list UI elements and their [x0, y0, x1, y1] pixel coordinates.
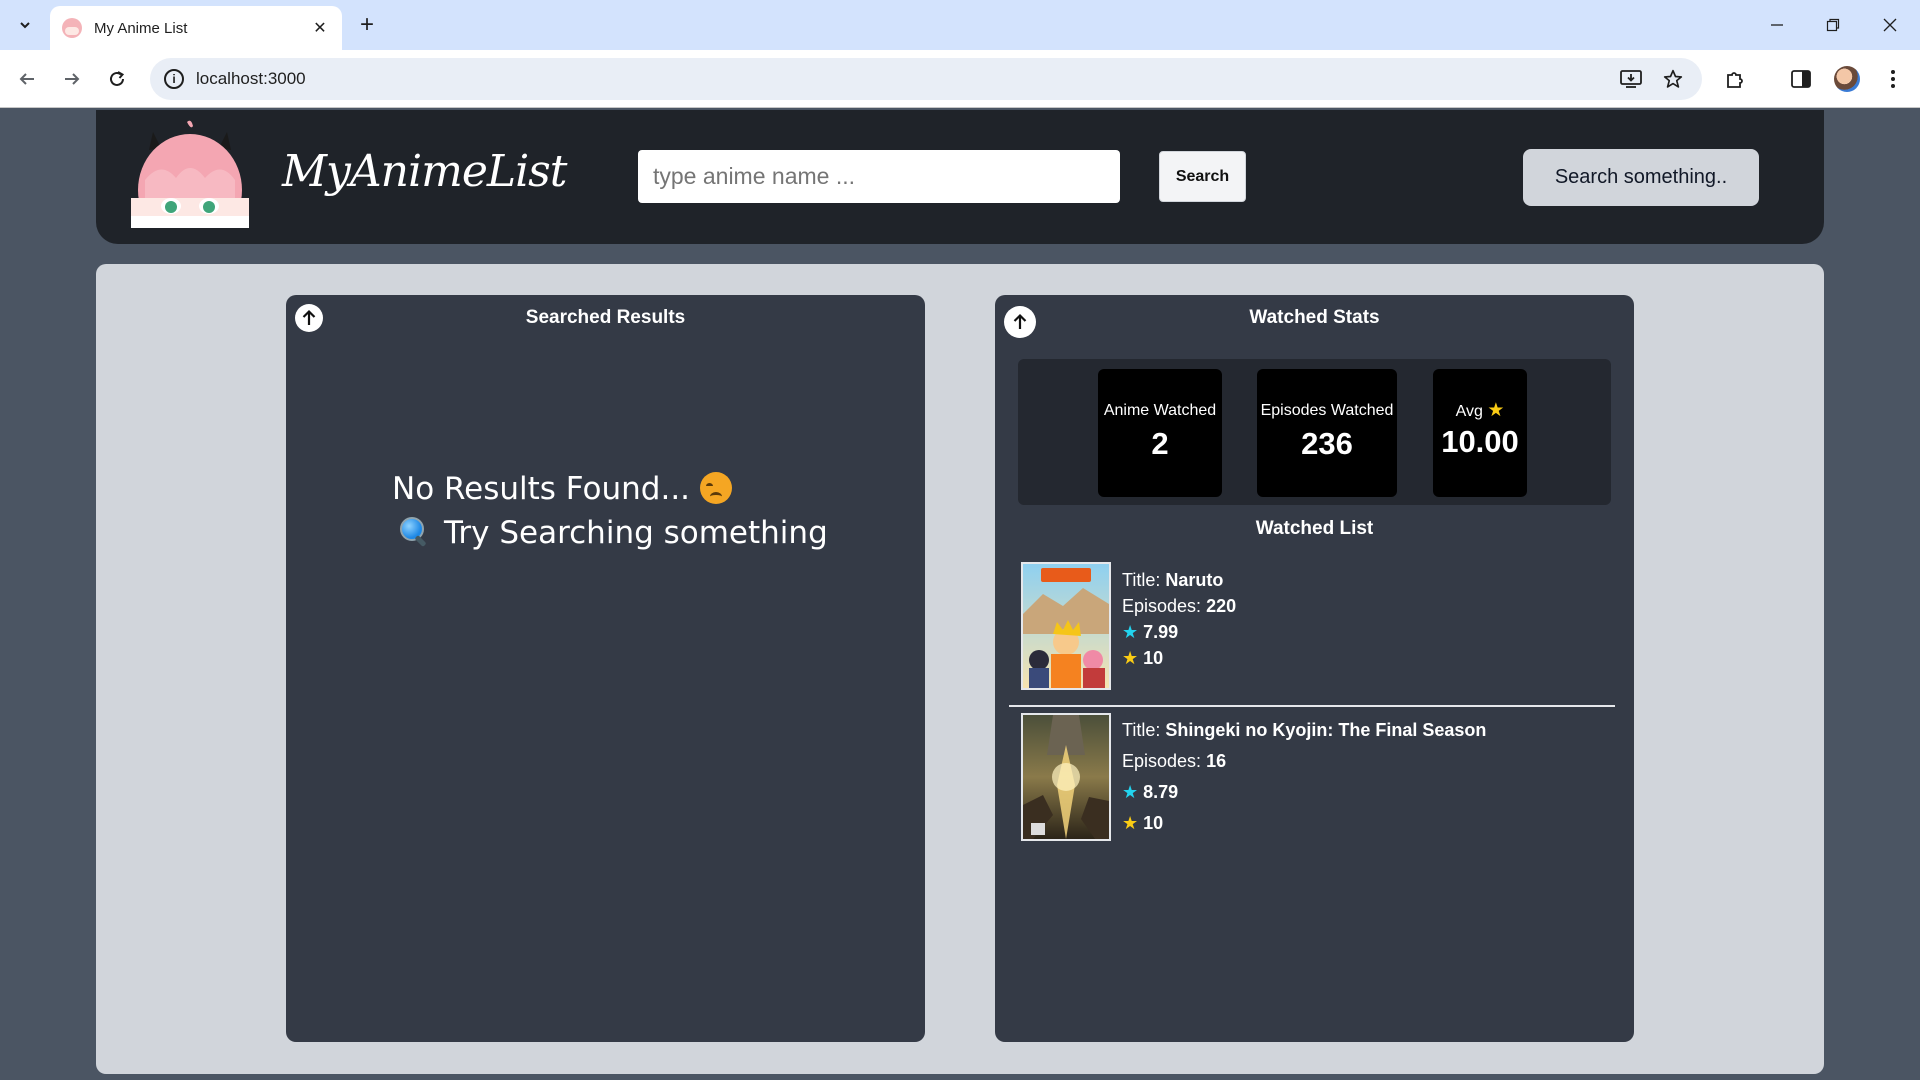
new-tab-icon[interactable]: + [352, 10, 382, 40]
magnifying-glass-icon [398, 517, 428, 547]
page-content: MyAnimeList Search Search something.. Se… [0, 108, 1920, 1080]
episodes-watched-label: Episodes Watched [1260, 402, 1394, 419]
user-rating: 10 [1143, 648, 1164, 668]
star-icon: ★ [1487, 400, 1505, 421]
tab-dropdown-icon[interactable] [10, 10, 40, 40]
anya-logo-image [131, 120, 249, 228]
reload-icon[interactable] [100, 62, 134, 96]
minimize-icon[interactable] [1757, 8, 1797, 42]
anime-watched-label: Anime Watched [1103, 402, 1217, 419]
shingeki-poster-image [1021, 713, 1111, 841]
anime-watched-card: Anime Watched 2 [1098, 369, 1222, 497]
user-rating: 10 [1143, 813, 1164, 833]
searched-results-panel: Searched Results No Results Found... Try… [286, 295, 925, 1042]
star-icon: ★ [1122, 622, 1139, 642]
url-text: localhost:3000 [196, 69, 306, 88]
back-icon[interactable] [10, 62, 44, 96]
no-results-message: No Results Found... Try Searching someth… [392, 467, 828, 555]
browser-tab[interactable]: My Anime List ✕ [50, 6, 342, 50]
watched-stats-panel: Watched Stats Anime Watched 2 Episodes W… [995, 295, 1634, 1042]
avatar [1834, 66, 1860, 92]
anime-episodes: 16 [1206, 751, 1227, 771]
search-button[interactable]: Search [1159, 151, 1246, 202]
stats-summary: Anime Watched 2 Episodes Watched 236 Avg… [1018, 359, 1611, 505]
sad-face-icon [700, 472, 733, 504]
menu-icon[interactable] [1876, 62, 1910, 96]
main-container: Searched Results No Results Found... Try… [96, 264, 1824, 1074]
star-icon: ★ [1122, 813, 1139, 833]
no-results-text: No Results Found... [392, 471, 691, 507]
anya-favicon-icon [62, 18, 82, 38]
restore-icon[interactable] [1813, 8, 1853, 42]
window-close-icon[interactable] [1870, 8, 1910, 42]
search-status-badge: Search something.. [1523, 149, 1759, 206]
install-app-icon[interactable] [1616, 66, 1646, 92]
naruto-poster-image [1021, 562, 1111, 690]
star-icon: ★ [1122, 782, 1139, 802]
browser-toolbar: i localhost:3000 [0, 50, 1920, 108]
episodes-prefix: Episodes: [1122, 751, 1202, 771]
forward-icon[interactable] [55, 62, 89, 96]
profile-avatar[interactable] [1830, 62, 1864, 96]
anime-title: Shingeki no Kyojin: The Final Season [1165, 720, 1487, 740]
avg-rating-card: Avg ★ 10.00 [1433, 369, 1527, 497]
searched-results-title: Searched Results [525, 307, 686, 328]
list-divider [1009, 705, 1615, 707]
close-icon[interactable]: ✕ [310, 18, 330, 38]
app-logo-text[interactable]: MyAnimeList [282, 146, 567, 197]
browser-tab-strip: My Anime List ✕ + [0, 0, 1920, 50]
side-panel-icon[interactable] [1784, 62, 1818, 96]
anime-episodes: 220 [1206, 596, 1237, 616]
try-searching-text: Try Searching something [444, 515, 828, 551]
search-input[interactable] [638, 150, 1120, 203]
episodes-watched-card: Episodes Watched 236 [1257, 369, 1397, 497]
extensions-icon[interactable] [1718, 62, 1752, 96]
watched-stats-title: Watched Stats [1249, 307, 1380, 328]
episodes-prefix: Episodes: [1122, 596, 1202, 616]
imdb-rating: 8.79 [1143, 782, 1179, 802]
avg-label: Avg [1455, 403, 1483, 420]
bookmark-star-icon[interactable] [1658, 66, 1688, 92]
star-icon: ★ [1122, 648, 1139, 668]
episodes-watched-value: 236 [1301, 426, 1353, 461]
avg-rating-value: 10.00 [1441, 424, 1519, 459]
title-prefix: Title: [1122, 720, 1161, 740]
address-bar[interactable]: i localhost:3000 [150, 58, 1702, 100]
tab-title: My Anime List [94, 19, 188, 37]
anime-title: Naruto [1165, 570, 1224, 590]
app-navbar: MyAnimeList Search Search something.. [96, 110, 1824, 244]
site-info-icon[interactable]: i [164, 69, 184, 89]
watched-list-title: Watched List [1255, 518, 1374, 539]
imdb-rating: 7.99 [1143, 622, 1179, 642]
anime-watched-value: 2 [1151, 426, 1169, 461]
title-prefix: Title: [1122, 570, 1161, 590]
